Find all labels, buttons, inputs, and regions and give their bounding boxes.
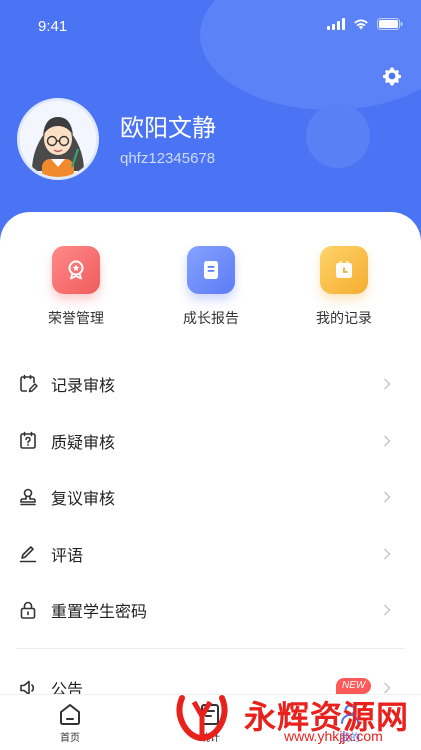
header-decoration-circle — [306, 104, 370, 168]
menu-item-label: 评语 — [51, 545, 84, 565]
menu-item-record-review[interactable]: 记录审核 — [0, 356, 421, 413]
calendar-question-icon — [20, 431, 36, 449]
menu-item-label: 重置学生密码 — [51, 602, 148, 622]
quick-action-label: 我的记录 — [316, 311, 372, 327]
content-card: 荣誉管理 成长报告 我的记录 记录审核 质疑审核 复议审核 评语 重置学生密码 … — [0, 212, 421, 750]
user-id: qhfz12345678 — [120, 150, 216, 167]
lock-icon — [20, 601, 36, 620]
menu-item-query-review[interactable]: 质疑审核 — [0, 413, 421, 470]
quick-action-growth-report[interactable]: 成长报告 — [151, 246, 271, 328]
signal-icon — [327, 18, 345, 30]
calendar-edit-icon — [20, 374, 38, 393]
award-icon — [52, 246, 100, 294]
chevron-right-icon — [384, 435, 391, 447]
wifi-icon — [353, 18, 369, 30]
divider — [16, 648, 405, 649]
stamp-icon — [20, 488, 36, 506]
menu-item-reset-password[interactable]: 重置学生密码 — [0, 582, 421, 639]
chevron-right-icon — [384, 604, 391, 616]
chevron-right-icon — [384, 491, 391, 503]
menu-item-reconsider-review[interactable]: 复议审核 — [0, 469, 421, 526]
settings-gear-icon[interactable] — [380, 64, 404, 88]
quick-action-label: 荣誉管理 — [48, 311, 104, 327]
watermark-logo-icon — [176, 695, 228, 741]
pen-icon — [19, 545, 37, 563]
quick-action-honor[interactable]: 荣誉管理 — [16, 246, 136, 328]
watermark-url: www.yhkjjx.com — [284, 728, 383, 744]
quick-action-label: 成长报告 — [183, 311, 239, 327]
avatar-illustration — [20, 101, 96, 177]
user-name: 欧阳文静 — [120, 114, 216, 142]
status-time: 9:41 — [38, 18, 68, 35]
menu-item-comments[interactable]: 评语 — [0, 526, 421, 583]
battery-icon — [377, 18, 403, 30]
calendar-record-icon — [320, 246, 368, 294]
menu-item-label: 复议审核 — [51, 489, 116, 509]
tab-label: 首页 — [60, 733, 80, 744]
chevron-right-icon — [384, 548, 391, 560]
watermark: 永辉资源网 www.yhkjjx.com — [172, 690, 417, 748]
report-icon — [187, 246, 235, 294]
status-icons — [327, 18, 403, 30]
chevron-right-icon — [384, 378, 391, 390]
profile-header: 9:41 欧阳文静 qhfz12345678 — [0, 0, 421, 240]
menu-item-label: 质疑审核 — [51, 432, 116, 452]
tab-home[interactable]: 首页 — [40, 701, 100, 744]
avatar[interactable] — [17, 98, 99, 180]
quick-action-my-records[interactable]: 我的记录 — [284, 246, 404, 328]
menu-list: 记录审核 质疑审核 复议审核 评语 重置学生密码 — [0, 356, 421, 639]
home-icon — [60, 704, 80, 725]
menu-item-label: 记录审核 — [51, 376, 116, 396]
status-bar: 9:41 — [0, 0, 421, 52]
